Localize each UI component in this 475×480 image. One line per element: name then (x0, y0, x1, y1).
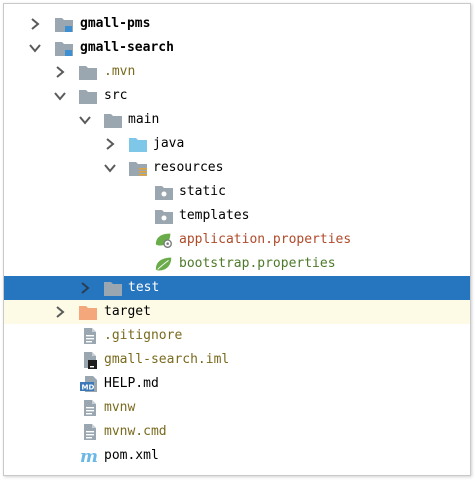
chevron-down-icon[interactable] (103, 161, 117, 175)
tree-item-label: .mvn (104, 64, 136, 79)
maven-icon: m (80, 447, 100, 465)
markdown-file-icon: MD (80, 375, 100, 393)
folder-dot-icon (154, 183, 174, 201)
folder-icon (78, 87, 98, 105)
tree-item-resources[interactable]: resources (4, 156, 470, 180)
tree-item-templates[interactable]: templates (4, 204, 470, 228)
text-file-icon (80, 327, 100, 345)
chevron-right-icon[interactable] (78, 281, 92, 295)
tree-item-label: src (104, 88, 128, 103)
folder-icon (103, 279, 123, 297)
project-tree: gmall-pms gmall-search .mvn src main jav… (4, 12, 470, 468)
tree-item-label: java (153, 136, 185, 151)
tree-item-label: gmall-pms (80, 16, 151, 31)
spring-config-icon (154, 231, 174, 249)
tree-item-label: mvnw.cmd (104, 424, 167, 439)
tree-item-gmall-search[interactable]: gmall-search (4, 36, 470, 60)
chevron-right-icon[interactable] (53, 305, 67, 319)
tree-item-label: resources (153, 160, 224, 175)
tree-item-mvnw[interactable]: mvnw (4, 396, 470, 420)
tree-item-label: pom.xml (104, 448, 159, 463)
module-folder-icon (54, 15, 74, 33)
tree-item-static[interactable]: static (4, 180, 470, 204)
tree-item-label: target (104, 304, 151, 319)
tree-item-application-properties[interactable]: application.properties (4, 228, 470, 252)
module-folder-icon (54, 39, 74, 57)
tree-item-help-md[interactable]: MD HELP.md (4, 372, 470, 396)
tree-item-java[interactable]: java (4, 132, 470, 156)
chevron-down-icon[interactable] (28, 41, 42, 55)
spring-leaf-icon (154, 255, 174, 273)
project-tree-panel: gmall-pms gmall-search .mvn src main jav… (3, 3, 471, 476)
svg-text:m: m (80, 447, 98, 465)
tree-item-pom-xml[interactable]: m pom.xml (4, 444, 470, 468)
tree-item-gitignore[interactable]: .gitignore (4, 324, 470, 348)
folder-icon (103, 111, 123, 129)
chevron-down-icon[interactable] (78, 113, 92, 127)
chevron-down-icon[interactable] (53, 89, 67, 103)
source-folder-icon (128, 135, 148, 153)
tree-item-target[interactable]: target (4, 300, 470, 324)
tree-item-mvnw-cmd[interactable]: mvnw.cmd (4, 420, 470, 444)
text-file-icon (80, 423, 100, 441)
tree-item-main[interactable]: main (4, 108, 470, 132)
tree-item-label: HELP.md (104, 376, 159, 391)
tree-item-label: main (128, 112, 160, 127)
tree-item-label: gmall-search (80, 40, 174, 55)
tree-item-src[interactable]: src (4, 84, 470, 108)
chevron-right-icon[interactable] (28, 17, 42, 31)
tree-item-label: gmall-search.iml (104, 352, 230, 367)
tree-item-label: test (128, 280, 160, 295)
tree-item-bootstrap-properties[interactable]: bootstrap.properties (4, 252, 470, 276)
folder-icon (78, 63, 98, 81)
svg-text:MD: MD (82, 384, 95, 392)
folder-dot-icon (154, 207, 174, 225)
tree-item-test[interactable]: test (4, 276, 470, 300)
chevron-right-icon[interactable] (53, 65, 67, 79)
excluded-folder-icon (78, 303, 98, 321)
tree-item-label: .gitignore (104, 328, 183, 343)
tree-item-gmall-search-iml[interactable]: gmall-search.iml (4, 348, 470, 372)
tree-item-mvn[interactable]: .mvn (4, 60, 470, 84)
tree-item-label: bootstrap.properties (179, 256, 336, 271)
tree-item-label: application.properties (179, 232, 352, 247)
resources-folder-icon (128, 159, 148, 177)
iml-file-icon (80, 351, 100, 369)
tree-item-gmall-pms[interactable]: gmall-pms (4, 12, 470, 36)
tree-item-label: mvnw (104, 400, 136, 415)
tree-item-label: templates (179, 208, 250, 223)
tree-item-label: static (179, 184, 226, 199)
text-file-icon (80, 399, 100, 417)
chevron-right-icon[interactable] (103, 137, 117, 151)
